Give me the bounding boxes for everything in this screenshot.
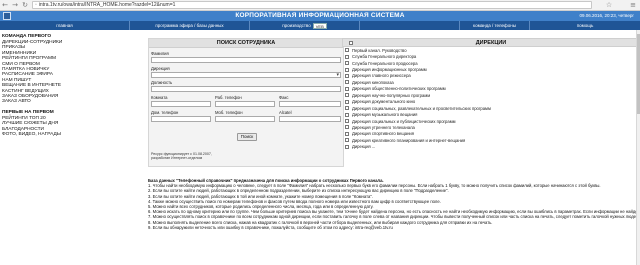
directions-panel-header: ДИРЕКЦИИ [342, 38, 640, 47]
direction-label[interactable]: Дирекция информационных программ [352, 67, 427, 72]
home-phone-field[interactable] [151, 116, 211, 122]
direction-label: Дирекция [151, 66, 170, 71]
room-field[interactable] [151, 101, 211, 107]
mobile-phone-label: Моб. телефон [215, 110, 243, 115]
bookmark-star-icon[interactable]: ☆ [606, 1, 612, 9]
top-menu: главная программа эфира / базы данных пр… [0, 21, 640, 30]
work-phone-field[interactable] [215, 101, 275, 107]
direction-checkbox[interactable] [345, 112, 349, 117]
direction-checkbox[interactable] [345, 67, 349, 72]
direction-checkbox[interactable] [345, 93, 349, 98]
direction-label[interactable]: Дирекция кинопоказа [352, 80, 394, 85]
surname-label: Фамилия [151, 51, 169, 56]
resource-note: Ресурс функционирует с 01.08.2007, разра… [151, 152, 212, 161]
mobile-phone-field[interactable] [215, 116, 275, 122]
help-info-block: База данных "Телефонный справочник" пред… [148, 178, 636, 230]
work-phone-label: Раб. телефон [215, 95, 242, 100]
room-label: Комната [151, 95, 168, 100]
url-field[interactable]: ▫ intra.1tv.ru/owa/intra/INTRA_HOME.home… [32, 1, 592, 9]
direction-label[interactable]: Служба Генерального продюсера [352, 61, 418, 66]
site-header: КОРПОРАТИВНАЯ ИНФОРМАЦИОННАЯ СИСТЕМА 09.… [0, 11, 640, 21]
help-line: 7. Можно осуществлять поиск в справочник… [148, 214, 636, 220]
menu-main[interactable]: главная [0, 21, 130, 30]
direction-label[interactable]: Служба Генерального директора [352, 54, 416, 59]
menu-production[interactable]: производство VEB [250, 21, 360, 30]
site-title: КОРПОРАТИВНАЯ ИНФОРМАЦИОННАЯ СИСТЕМА [235, 12, 405, 19]
sidebar-item[interactable]: ФОТО, ВИДЕО, НАГРАДЫ [2, 132, 122, 137]
direction-label[interactable]: Дирекция музыкального вещания [352, 112, 417, 117]
menu-help[interactable]: помощь [530, 21, 640, 30]
direction-checkbox[interactable] [345, 48, 349, 53]
home-phone-label: Дом. телефон [151, 110, 179, 115]
vertical-scrollbar[interactable] [636, 30, 640, 265]
directions-title: ДИРЕКЦИИ [475, 40, 507, 46]
alcatel-label: Alcatel [279, 110, 292, 115]
reload-icon[interactable]: ↻ [20, 0, 30, 10]
direction-checkbox[interactable] [345, 99, 349, 104]
direction-checkbox[interactable] [345, 144, 349, 149]
page-icon: ▫ [35, 2, 37, 8]
surname-field[interactable] [151, 57, 341, 63]
direction-checkbox[interactable] [345, 119, 349, 124]
direction-label[interactable]: Дирекция ... [352, 144, 375, 149]
fax-label: Факс [279, 95, 289, 100]
direction-checkbox[interactable] [345, 138, 349, 143]
directions-list: Первый канал. Руководство Служба Генерал… [342, 47, 640, 150]
menu-broadcast[interactable]: программа эфира / базы данных [130, 21, 250, 30]
search-panel-title: ПОИСК СОТРУДНИКА [149, 39, 343, 48]
direction-item[interactable]: Дирекция ... [342, 144, 640, 150]
direction-checkbox[interactable] [345, 106, 349, 111]
direction-checkbox[interactable] [345, 80, 349, 85]
direction-label[interactable]: Дирекция документального кино [352, 99, 415, 104]
sidebar-first-list: РЕЙТИНГИ ТОП 20 ЛУЧШИЕ СЮЖЕТЫ ДНЯ БЛАГОД… [2, 116, 122, 138]
direction-checkbox[interactable] [345, 61, 349, 66]
direction-select[interactable] [151, 72, 341, 78]
direction-checkbox[interactable] [345, 86, 349, 91]
sidebar-team-list: ДИРЕКЦИИ-СОТРУДНИКИ ПРИКАЗЫ ИМЕНИННИКИ Р… [2, 40, 122, 105]
back-icon[interactable]: ← [0, 0, 10, 10]
forward-icon[interactable]: → [10, 0, 20, 10]
direction-label[interactable]: Дирекция спортивного вещания [352, 131, 414, 136]
production-select[interactable]: VEB [312, 22, 327, 29]
direction-label[interactable]: Дирекция главного режиссера [352, 73, 411, 78]
direction-label[interactable]: Первый канал. Руководство [352, 48, 407, 53]
employee-search-panel: ПОИСК СОТРУДНИКА Фамилия Дирекция Должно… [148, 38, 344, 167]
search-button[interactable]: Поиск [237, 133, 257, 141]
position-label: Должность [151, 80, 173, 85]
current-date: 09.06.2016, 20:23, четверг [579, 13, 634, 18]
resource-note-line2: разработан Интернет-отделом [151, 156, 203, 161]
browser-address-bar: ← → ↻ ▫ intra.1tv.ru/owa/intra/INTRA_HOM… [0, 0, 640, 11]
direction-label[interactable]: Дирекция социальных, развлекательных и п… [352, 106, 491, 111]
direction-label[interactable]: Дирекция общественно-политических програ… [352, 86, 446, 91]
help-line: 9. Если вы обнаружили неточность или оши… [148, 224, 393, 230]
menu-icon[interactable]: ≡ [630, 1, 636, 9]
direction-label[interactable]: Дирекция утреннего телеканала [352, 125, 415, 130]
direction-label[interactable]: Дирекция научно-популярных программ [352, 93, 430, 98]
direction-label[interactable]: Дирекция социальных и публицистических п… [352, 119, 455, 124]
directions-panel: ДИРЕКЦИИ Первый канал. Руководство Служб… [342, 38, 640, 178]
alcatel-field[interactable] [279, 116, 341, 122]
menu-commands[interactable]: команда / телефоны [460, 21, 530, 30]
url-text: intra.1tv.ru/owa/intra/INTRA_HOME.home?r… [38, 2, 176, 8]
fax-field[interactable] [279, 101, 341, 107]
position-field[interactable] [151, 86, 341, 92]
direction-label[interactable]: Дирекция креативного планирования и инте… [352, 138, 465, 143]
direction-checkbox[interactable] [345, 54, 349, 59]
direction-checkbox[interactable] [345, 125, 349, 130]
direction-checkbox[interactable] [345, 131, 349, 136]
menu-spacer [360, 21, 460, 30]
select-all-checkbox[interactable] [349, 41, 353, 45]
menu-production-label: производство [282, 23, 311, 28]
direction-checkbox[interactable] [345, 73, 349, 78]
sidebar: КОМАНДА ПЕРВОГО ДИРЕКЦИИ-СОТРУДНИКИ ПРИК… [2, 34, 122, 138]
